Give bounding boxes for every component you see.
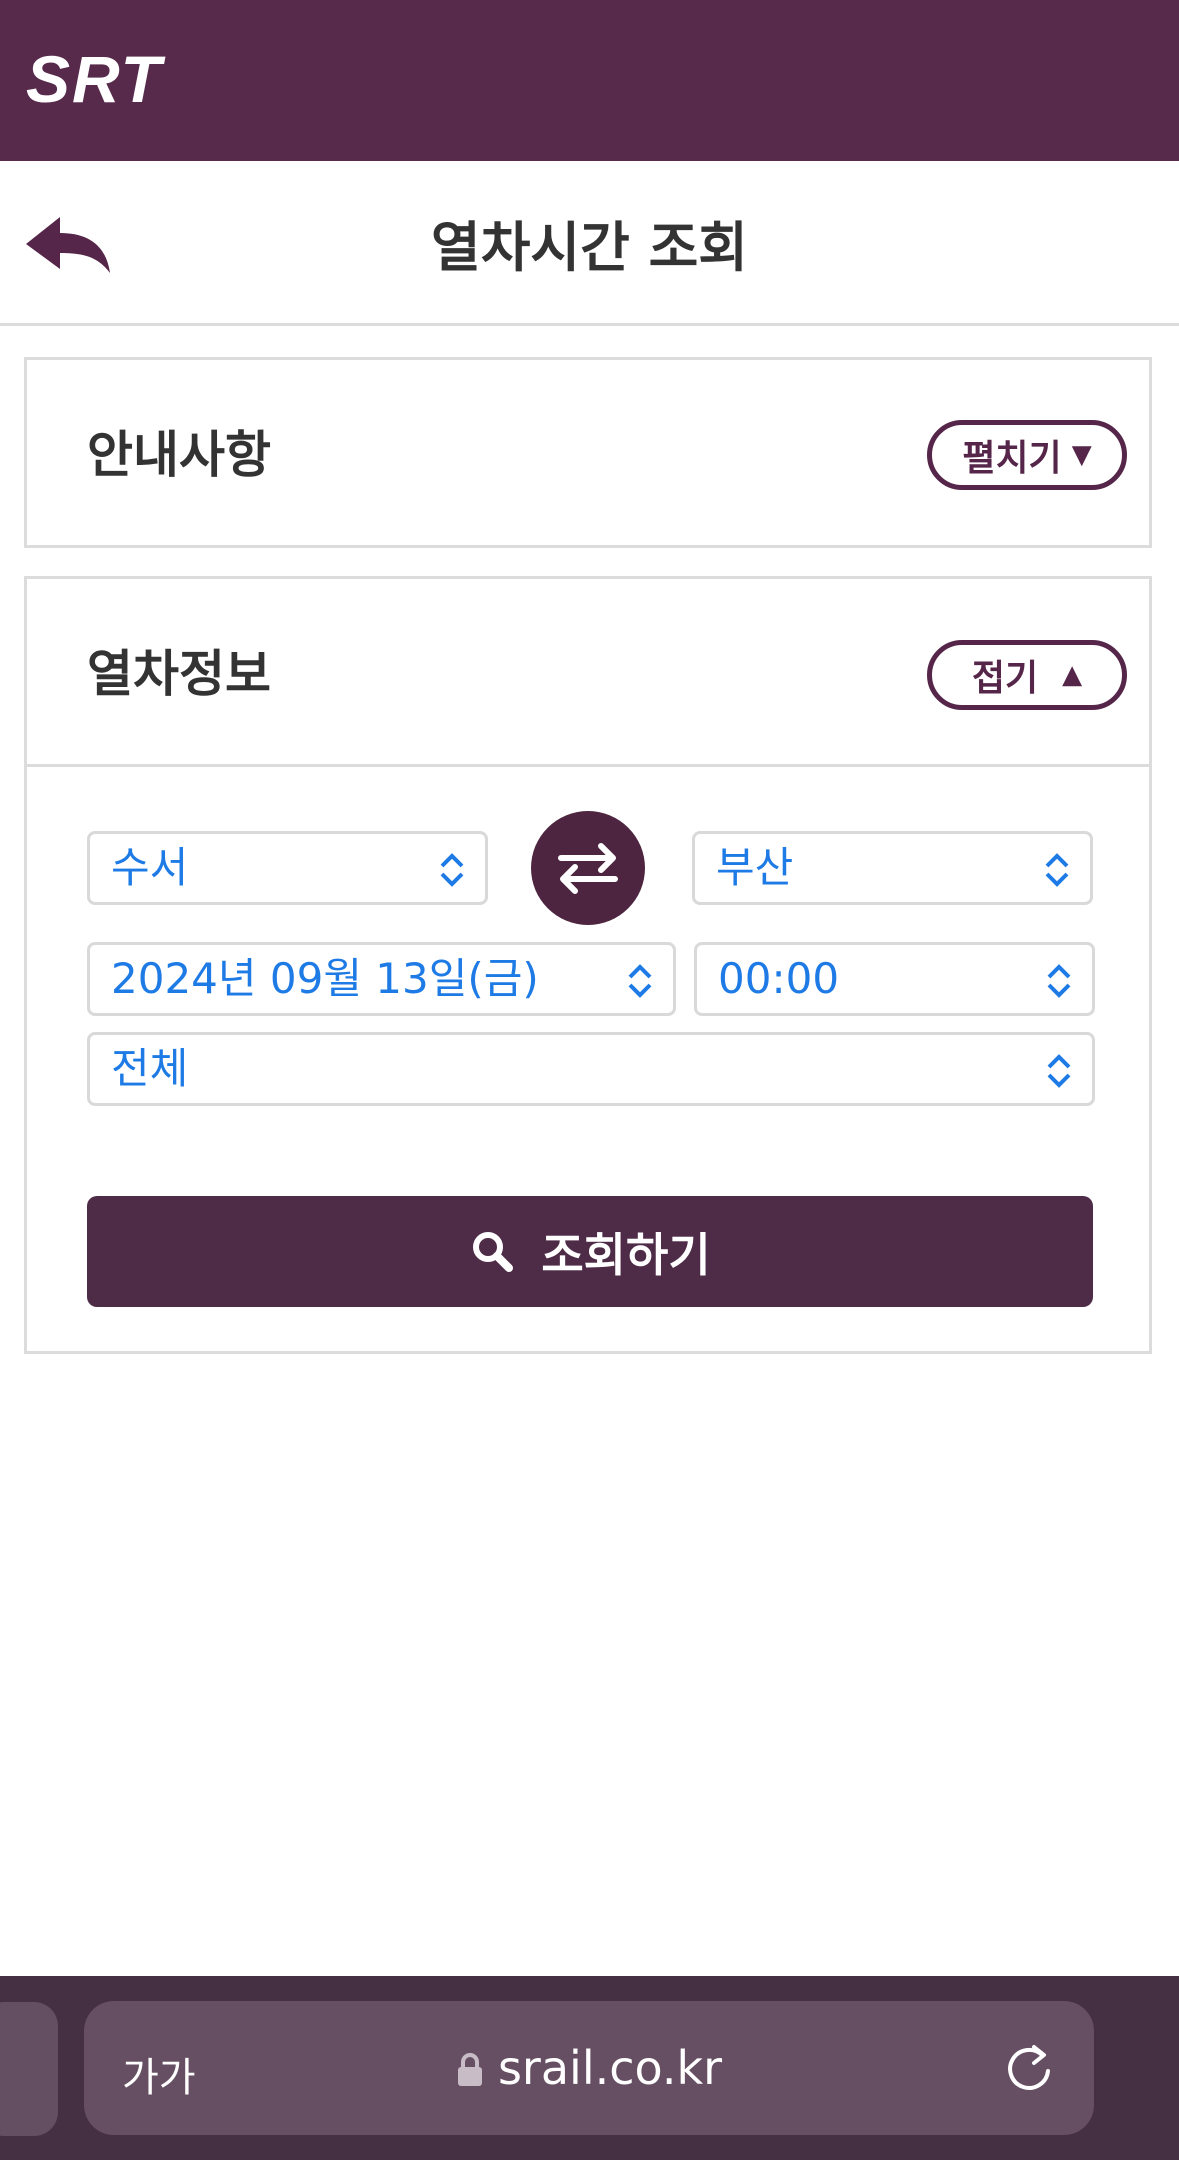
lock-icon <box>457 2053 482 2086</box>
chevron-updown-icon <box>1047 1054 1071 1088</box>
departure-station-value: 수서 <box>111 843 189 892</box>
reload-icon[interactable] <box>1002 2041 1056 2095</box>
expand-button[interactable]: 펼치기 ▼ <box>927 420 1127 490</box>
chevron-updown-icon <box>1045 853 1069 887</box>
departure-station-select[interactable]: 수서 <box>87 831 488 905</box>
chevron-updown-icon <box>628 964 652 998</box>
address-bar[interactable]: 가가 srail.co.kr <box>84 2001 1094 2135</box>
time-select[interactable]: 00:00 <box>694 942 1095 1016</box>
triangle-up-icon: ▲ <box>1062 660 1083 690</box>
search-icon <box>473 1231 514 1272</box>
title-bar: 열차시간 조회 <box>0 161 1179 326</box>
train-info-panel-title: 열차정보 <box>87 645 271 703</box>
notice-panel-header: 안내사항 펼치기 ▼ <box>27 360 1149 545</box>
time-value: 00:00 <box>718 954 840 1003</box>
date-value: 2024년 09월 13일(금) <box>111 954 539 1003</box>
train-type-select[interactable]: 전체 <box>87 1032 1095 1106</box>
train-type-value: 전체 <box>111 1044 189 1093</box>
search-button-label: 조회하기 <box>541 1227 711 1282</box>
url-display: srail.co.kr <box>84 2041 1094 2095</box>
chevron-updown-icon <box>1047 964 1071 998</box>
chevron-updown-icon <box>440 853 464 887</box>
swap-arrows-icon <box>558 843 618 894</box>
srt-logo[interactable]: SRT <box>22 44 242 114</box>
date-select[interactable]: 2024년 09월 13일(금) <box>87 942 676 1016</box>
collapse-button-label: 접기 <box>971 658 1039 699</box>
page-title: 열차시간 조회 <box>431 216 748 279</box>
notice-panel-title: 안내사항 <box>87 426 271 484</box>
top-header-bar: SRT <box>0 0 1179 161</box>
svg-text:SRT: SRT <box>26 44 165 114</box>
triangle-down-icon: ▼ <box>1071 440 1092 470</box>
browser-bottom-bar: 가가 srail.co.kr <box>0 1976 1179 2160</box>
arrival-station-select[interactable]: 부산 <box>692 831 1093 905</box>
swap-stations-button[interactable] <box>531 811 645 925</box>
panel-divider <box>27 764 1149 767</box>
arrival-station-value: 부산 <box>716 843 794 892</box>
previous-tab-preview[interactable] <box>0 2002 58 2136</box>
expand-button-label: 펼치기 <box>962 438 1062 479</box>
train-info-panel: 열차정보 접기 ▲ 수서 부산 2024년 09월 13일(금) 00:00 전… <box>24 576 1152 1354</box>
train-info-panel-header: 열차정보 접기 ▲ <box>27 579 1149 764</box>
collapse-button[interactable]: 접기 ▲ <box>927 640 1127 710</box>
notice-panel: 안내사항 펼치기 ▼ <box>24 357 1152 548</box>
search-button[interactable]: 조회하기 <box>87 1196 1093 1307</box>
url-text: srail.co.kr <box>497 2041 723 2095</box>
